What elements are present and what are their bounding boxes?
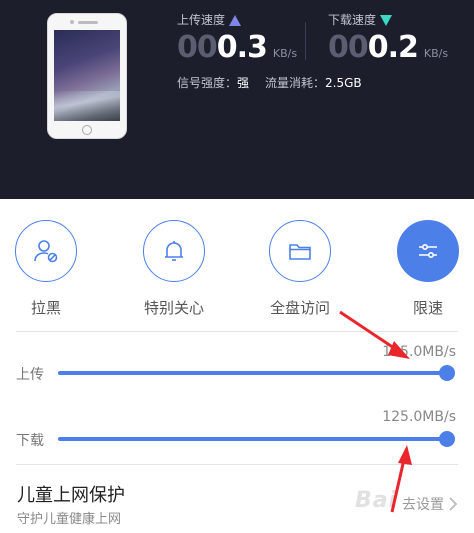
upload-speed-stat: 上传速度 00 0.3 KB/s <box>177 12 297 65</box>
signal-traffic-line: 信号强度：强 流量消耗：2.5GB <box>177 74 378 91</box>
child-protection-settings-text: 去设置 <box>402 497 444 513</box>
download-speed-label: 下载速度 <box>328 12 448 28</box>
section-divider <box>16 331 458 332</box>
full-disk-access-button[interactable] <box>269 220 331 282</box>
device-detail-page: 上传速度 00 0.3 KB/s 下载速度 00 0.2 KB/s 信号强度：强 流量消耗… <box>0 0 474 533</box>
download-speed-dim-digits: 00 <box>328 30 369 65</box>
special-care-label: 特别关心 <box>143 299 204 317</box>
phone-camera <box>70 20 74 24</box>
user-block-icon <box>34 240 58 263</box>
upload-speed-dim-digits: 00 <box>177 30 218 65</box>
phone-image <box>47 13 127 139</box>
download-limit-track[interactable] <box>58 437 447 441</box>
download-limit-label: 下载 <box>16 433 44 449</box>
download-speed-label-text: 下载速度 <box>328 13 377 27</box>
block-action[interactable]: 拉黑 <box>14 220 78 318</box>
block-label: 拉黑 <box>30 299 61 317</box>
upload-speed-number: 0.3 <box>216 30 268 65</box>
section-divider <box>16 464 458 465</box>
download-limit-max: 125.0MB/s <box>382 409 456 425</box>
download-speed-number: 0.2 <box>367 30 419 65</box>
download-arrow-icon <box>380 14 393 26</box>
folder-icon <box>289 244 311 260</box>
full-disk-access-action[interactable]: 全盘访问 <box>268 220 332 318</box>
download-limit-knob[interactable] <box>439 431 455 447</box>
phone-screen-wallpaper <box>54 30 120 121</box>
traffic-usage-label: 流量消耗： <box>265 76 326 90</box>
speed-divider <box>305 22 306 60</box>
upload-limit-label: 上传 <box>16 367 44 383</box>
chevron-right-icon <box>449 497 458 511</box>
upload-arrow-icon <box>229 14 242 26</box>
special-care-action[interactable]: 特别关心 <box>142 220 206 318</box>
child-protection-title: 儿童上网保护 <box>17 485 125 506</box>
sliders-icon <box>419 244 437 259</box>
special-care-button[interactable] <box>143 220 205 282</box>
traffic-usage-value: 2.5GB <box>325 76 362 90</box>
block-button[interactable] <box>15 220 77 282</box>
child-protection-subtitle: 守护儿童健康上网 <box>17 512 122 527</box>
download-limit-row: 125.0MB/s 下载 <box>16 405 458 455</box>
upload-speed-unit: KB/s <box>272 47 298 60</box>
child-protection-settings-link[interactable]: 去设置 <box>402 494 458 514</box>
speed-limit-action[interactable]: 限速 <box>396 220 460 318</box>
download-speed-value: 00 0.2 KB/s <box>328 30 448 65</box>
signal-strength-label: 信号强度： <box>177 76 238 90</box>
download-speed-stat: 下载速度 00 0.2 KB/s <box>328 12 448 65</box>
upload-limit-track[interactable] <box>58 371 447 375</box>
upload-limit-row: 125.0MB/s 上传 <box>16 340 458 390</box>
upload-limit-max: 125.0MB/s <box>382 344 456 360</box>
speed-limit-label: 限速 <box>412 299 443 317</box>
phone-home-button <box>82 125 92 135</box>
upload-speed-value: 00 0.3 KB/s <box>177 30 297 65</box>
full-disk-access-label: 全盘访问 <box>269 299 330 317</box>
speed-limit-button[interactable] <box>397 220 459 282</box>
signal-strength-value: 强 <box>237 76 250 90</box>
upload-speed-label: 上传速度 <box>177 12 297 28</box>
watermark: Bai <box>355 488 398 513</box>
upload-speed-label-text: 上传速度 <box>177 13 226 27</box>
upload-limit-knob[interactable] <box>439 365 455 381</box>
phone-speaker <box>78 21 98 24</box>
bell-icon <box>165 241 183 261</box>
download-speed-unit: KB/s <box>423 47 449 60</box>
device-status-header: 上传速度 00 0.3 KB/s 下载速度 00 0.2 KB/s 信号强度：强 流量消耗… <box>0 0 474 199</box>
